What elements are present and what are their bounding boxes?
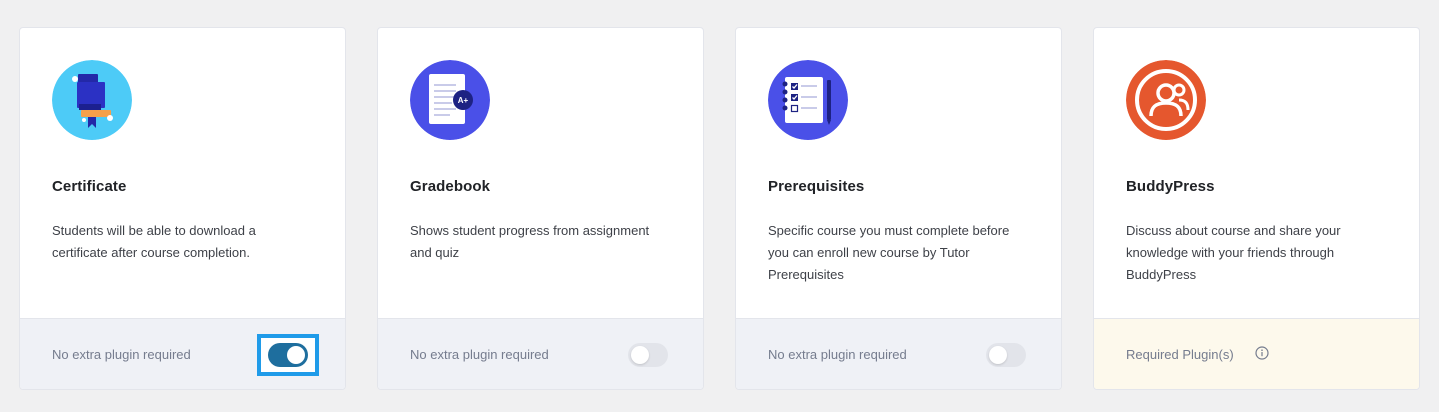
addon-description: Discuss about course and share your know… xyxy=(1126,223,1341,282)
addon-footer: Required Plugin(s) xyxy=(1094,318,1419,389)
addon-card-buddypress: BuddyPress Discuss about course and shar… xyxy=(1093,27,1420,390)
toggle-focus-ring xyxy=(257,334,319,376)
addons-grid: Certificate Students will be able to dow… xyxy=(0,0,1439,412)
addon-title: Gradebook xyxy=(410,178,491,195)
grade-badge-text: A+ xyxy=(458,96,469,105)
addon-footer: No extra plugin required xyxy=(736,318,1061,389)
addon-title: Prerequisites xyxy=(768,178,865,195)
addon-footer: No extra plugin required xyxy=(20,318,345,389)
addon-card-certificate: Certificate Students will be able to dow… xyxy=(19,27,346,390)
addon-card-body: Prerequisites Specific course you must c… xyxy=(736,28,1061,318)
addon-description: Shows student progress from assignment a… xyxy=(410,223,650,260)
addon-card-body: BuddyPress Discuss about course and shar… xyxy=(1094,28,1419,318)
certificate-icon xyxy=(52,60,132,140)
addon-card-body: Certificate Students will be able to dow… xyxy=(20,28,345,318)
addon-title: Certificate xyxy=(52,178,127,195)
toggle-knob xyxy=(631,346,649,364)
prerequisites-enable-toggle[interactable] xyxy=(986,343,1026,367)
addon-card-prerequisites: Prerequisites Specific course you must c… xyxy=(735,27,1062,390)
prerequisites-icon xyxy=(768,60,848,140)
certificate-enable-toggle[interactable] xyxy=(268,343,308,367)
plugin-requirement-label: Required Plugin(s) xyxy=(1126,347,1234,362)
toggle-knob xyxy=(287,346,305,364)
buddypress-icon xyxy=(1126,60,1206,140)
addon-title: BuddyPress xyxy=(1126,178,1215,195)
addon-card-gradebook: A+ Gradebook Shows student progress from… xyxy=(377,27,704,390)
toggle-knob xyxy=(989,346,1007,364)
addon-description: Specific course you must complete before… xyxy=(768,223,1010,282)
plugin-requirement-label: No extra plugin required xyxy=(52,347,191,362)
plugin-requirement-label: No extra plugin required xyxy=(410,347,549,362)
plugin-requirement-label: No extra plugin required xyxy=(768,347,907,362)
addon-description: Students will be able to download a cert… xyxy=(52,223,256,260)
addon-card-body: A+ Gradebook Shows student progress from… xyxy=(378,28,703,318)
gradebook-icon: A+ xyxy=(410,60,490,140)
info-icon[interactable] xyxy=(1255,346,1269,360)
addon-footer: No extra plugin required xyxy=(378,318,703,389)
gradebook-enable-toggle[interactable] xyxy=(628,343,668,367)
